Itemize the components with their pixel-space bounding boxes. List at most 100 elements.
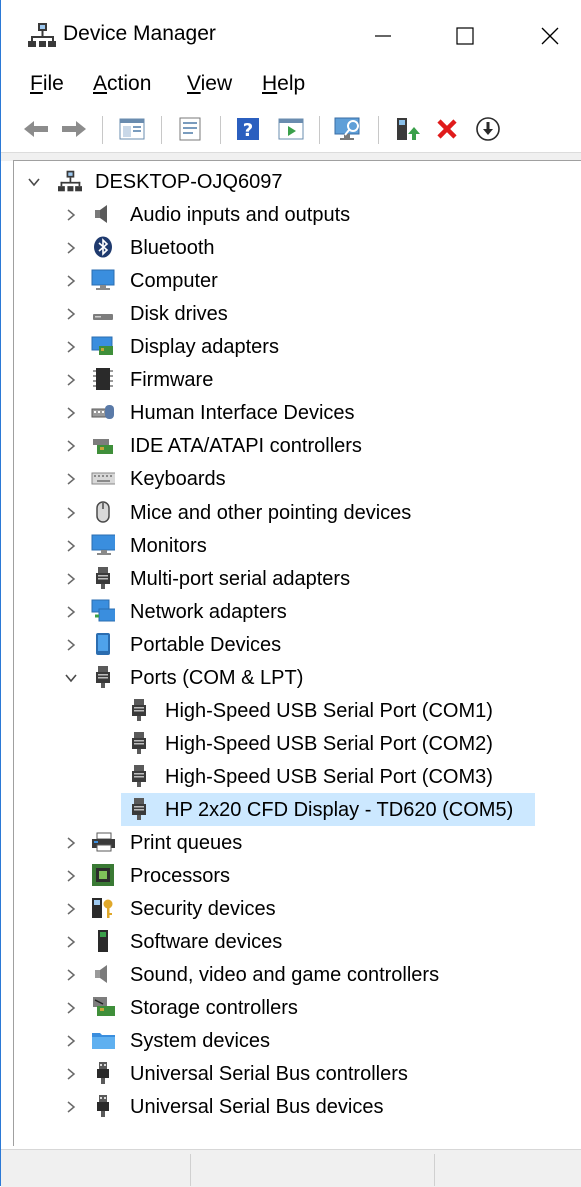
port-icon xyxy=(91,665,115,689)
chevron-down-icon[interactable] xyxy=(27,175,41,189)
menu-view[interactable]: View xyxy=(187,72,232,96)
disable-icon[interactable] xyxy=(473,114,503,144)
chevron-down-icon[interactable] xyxy=(64,671,78,685)
device-tree[interactable]: DESKTOP-OJQ6097 Audio inputs and outputs… xyxy=(13,160,581,1146)
help-icon[interactable]: ? xyxy=(233,114,263,144)
category-system-devices[interactable]: System devices xyxy=(14,1024,574,1057)
category-software-devices[interactable]: Software devices xyxy=(14,925,574,958)
serial-port-icon xyxy=(127,797,151,821)
chevron-right-icon[interactable] xyxy=(64,869,78,883)
category-ide-ata-atapi-controllers[interactable]: IDE ATA/ATAPI controllers xyxy=(14,429,574,462)
category-label: Sound, video and game controllers xyxy=(130,964,440,987)
category-label: Universal Serial Bus controllers xyxy=(130,1063,408,1086)
close-button[interactable] xyxy=(523,14,577,58)
window-title: Device Manager xyxy=(63,22,216,45)
category-label: System devices xyxy=(130,1030,271,1053)
category-universal-serial-bus-controllers[interactable]: Universal Serial Bus controllers xyxy=(14,1057,574,1090)
toolbar: ? xyxy=(1,106,581,152)
category-processors[interactable]: Processors xyxy=(14,859,574,892)
category-computer[interactable]: Computer xyxy=(14,264,574,297)
svg-text:?: ? xyxy=(243,120,253,141)
category-storage-controllers[interactable]: Storage controllers xyxy=(14,991,574,1024)
uninstall-icon[interactable] xyxy=(432,114,462,144)
selected-device-item[interactable]: HP 2x20 CFD Display - TD620 (COM5) xyxy=(14,793,574,826)
chevron-right-icon[interactable] xyxy=(64,968,78,982)
device-item[interactable]: High-Speed USB Serial Port (COM1) xyxy=(14,694,574,727)
category-ports-com-lpt[interactable]: Ports (COM & LPT) xyxy=(14,661,574,694)
category-audio-inputs-and-outputs[interactable]: Audio inputs and outputs xyxy=(14,198,574,231)
maximize-button[interactable] xyxy=(438,14,492,58)
chevron-right-icon[interactable] xyxy=(64,340,78,354)
computer-name: DESKTOP-OJQ6097 xyxy=(95,171,283,193)
show-hide-tree-icon[interactable] xyxy=(117,114,147,144)
device-label: High-Speed USB Serial Port (COM2) xyxy=(165,732,493,755)
portable-device-icon xyxy=(91,632,115,656)
category-keyboards[interactable]: Keyboards xyxy=(14,462,574,495)
serial-port-icon xyxy=(127,764,151,788)
category-mice-and-other-pointing-devices[interactable]: Mice and other pointing devices xyxy=(14,496,574,529)
category-firmware[interactable]: Firmware xyxy=(14,363,574,396)
chevron-right-icon[interactable] xyxy=(64,572,78,586)
chevron-right-icon[interactable] xyxy=(64,539,78,553)
network-icon xyxy=(91,599,115,623)
device-item[interactable]: High-Speed USB Serial Port (COM2) xyxy=(14,727,574,760)
chevron-right-icon[interactable] xyxy=(64,406,78,420)
category-label: Ports (COM & LPT) xyxy=(130,666,304,689)
chevron-right-icon[interactable] xyxy=(64,439,78,453)
category-display-adapters[interactable]: Display adapters xyxy=(14,330,574,363)
chevron-right-icon[interactable] xyxy=(64,307,78,321)
menu-help[interactable]: Help xyxy=(262,72,305,96)
category-sound-video-and-game-controllers[interactable]: Sound, video and game controllers xyxy=(14,958,574,991)
serial-plug-icon xyxy=(91,566,115,590)
chevron-right-icon[interactable] xyxy=(64,1100,78,1114)
sound-icon xyxy=(91,962,115,986)
keyboard-icon xyxy=(91,466,115,490)
computer-icon xyxy=(91,268,115,292)
category-network-adapters[interactable]: Network adapters xyxy=(14,595,574,628)
category-label: Display adapters xyxy=(130,336,279,359)
system-folder-icon xyxy=(91,1028,115,1052)
chevron-right-icon[interactable] xyxy=(64,605,78,619)
update-driver-icon[interactable] xyxy=(392,114,422,144)
category-disk-drives[interactable]: Disk drives xyxy=(14,297,574,330)
chevron-right-icon[interactable] xyxy=(64,935,78,949)
title-bar[interactable]: Device Manager xyxy=(1,0,581,66)
tree-root[interactable]: DESKTOP-OJQ6097 xyxy=(14,165,574,198)
menu-action[interactable]: Action xyxy=(93,72,151,96)
chevron-right-icon[interactable] xyxy=(64,836,78,850)
category-bluetooth[interactable]: Bluetooth xyxy=(14,231,574,264)
category-monitors[interactable]: Monitors xyxy=(14,529,574,562)
category-human-interface-devices[interactable]: Human Interface Devices xyxy=(14,396,574,429)
chevron-right-icon[interactable] xyxy=(64,241,78,255)
printer-icon xyxy=(91,830,115,854)
category-label: Portable Devices xyxy=(130,633,282,656)
chevron-right-icon[interactable] xyxy=(64,638,78,652)
chevron-right-icon[interactable] xyxy=(64,506,78,520)
back-arrow-icon[interactable] xyxy=(21,114,51,144)
menu-file[interactable]: File xyxy=(30,72,64,96)
chevron-right-icon[interactable] xyxy=(64,373,78,387)
category-label: IDE ATA/ATAPI controllers xyxy=(130,435,362,458)
speaker-icon xyxy=(91,202,115,226)
category-multi-port-serial-adapters[interactable]: Multi-port serial adapters xyxy=(14,562,574,595)
chevron-right-icon[interactable] xyxy=(64,1001,78,1015)
run-icon[interactable] xyxy=(276,114,306,144)
chevron-right-icon[interactable] xyxy=(64,274,78,288)
category-print-queues[interactable]: Print queues xyxy=(14,826,574,859)
device-item[interactable]: High-Speed USB Serial Port (COM3) xyxy=(14,760,574,793)
category-label: Software devices xyxy=(130,931,283,954)
category-security-devices[interactable]: Security devices xyxy=(14,892,574,925)
chevron-right-icon[interactable] xyxy=(64,208,78,222)
scan-hardware-icon[interactable] xyxy=(333,114,363,144)
chevron-right-icon[interactable] xyxy=(64,1067,78,1081)
properties-icon[interactable] xyxy=(175,114,205,144)
forward-arrow-icon[interactable] xyxy=(59,114,89,144)
minimize-button[interactable] xyxy=(356,14,410,58)
category-portable-devices[interactable]: Portable Devices xyxy=(14,628,574,661)
category-label: Disk drives xyxy=(130,303,228,326)
category-universal-serial-bus-devices[interactable]: Universal Serial Bus devices xyxy=(14,1090,574,1123)
chevron-right-icon[interactable] xyxy=(64,902,78,916)
chevron-right-icon[interactable] xyxy=(64,472,78,486)
chevron-right-icon[interactable] xyxy=(64,1034,78,1048)
hid-icon xyxy=(91,400,115,424)
